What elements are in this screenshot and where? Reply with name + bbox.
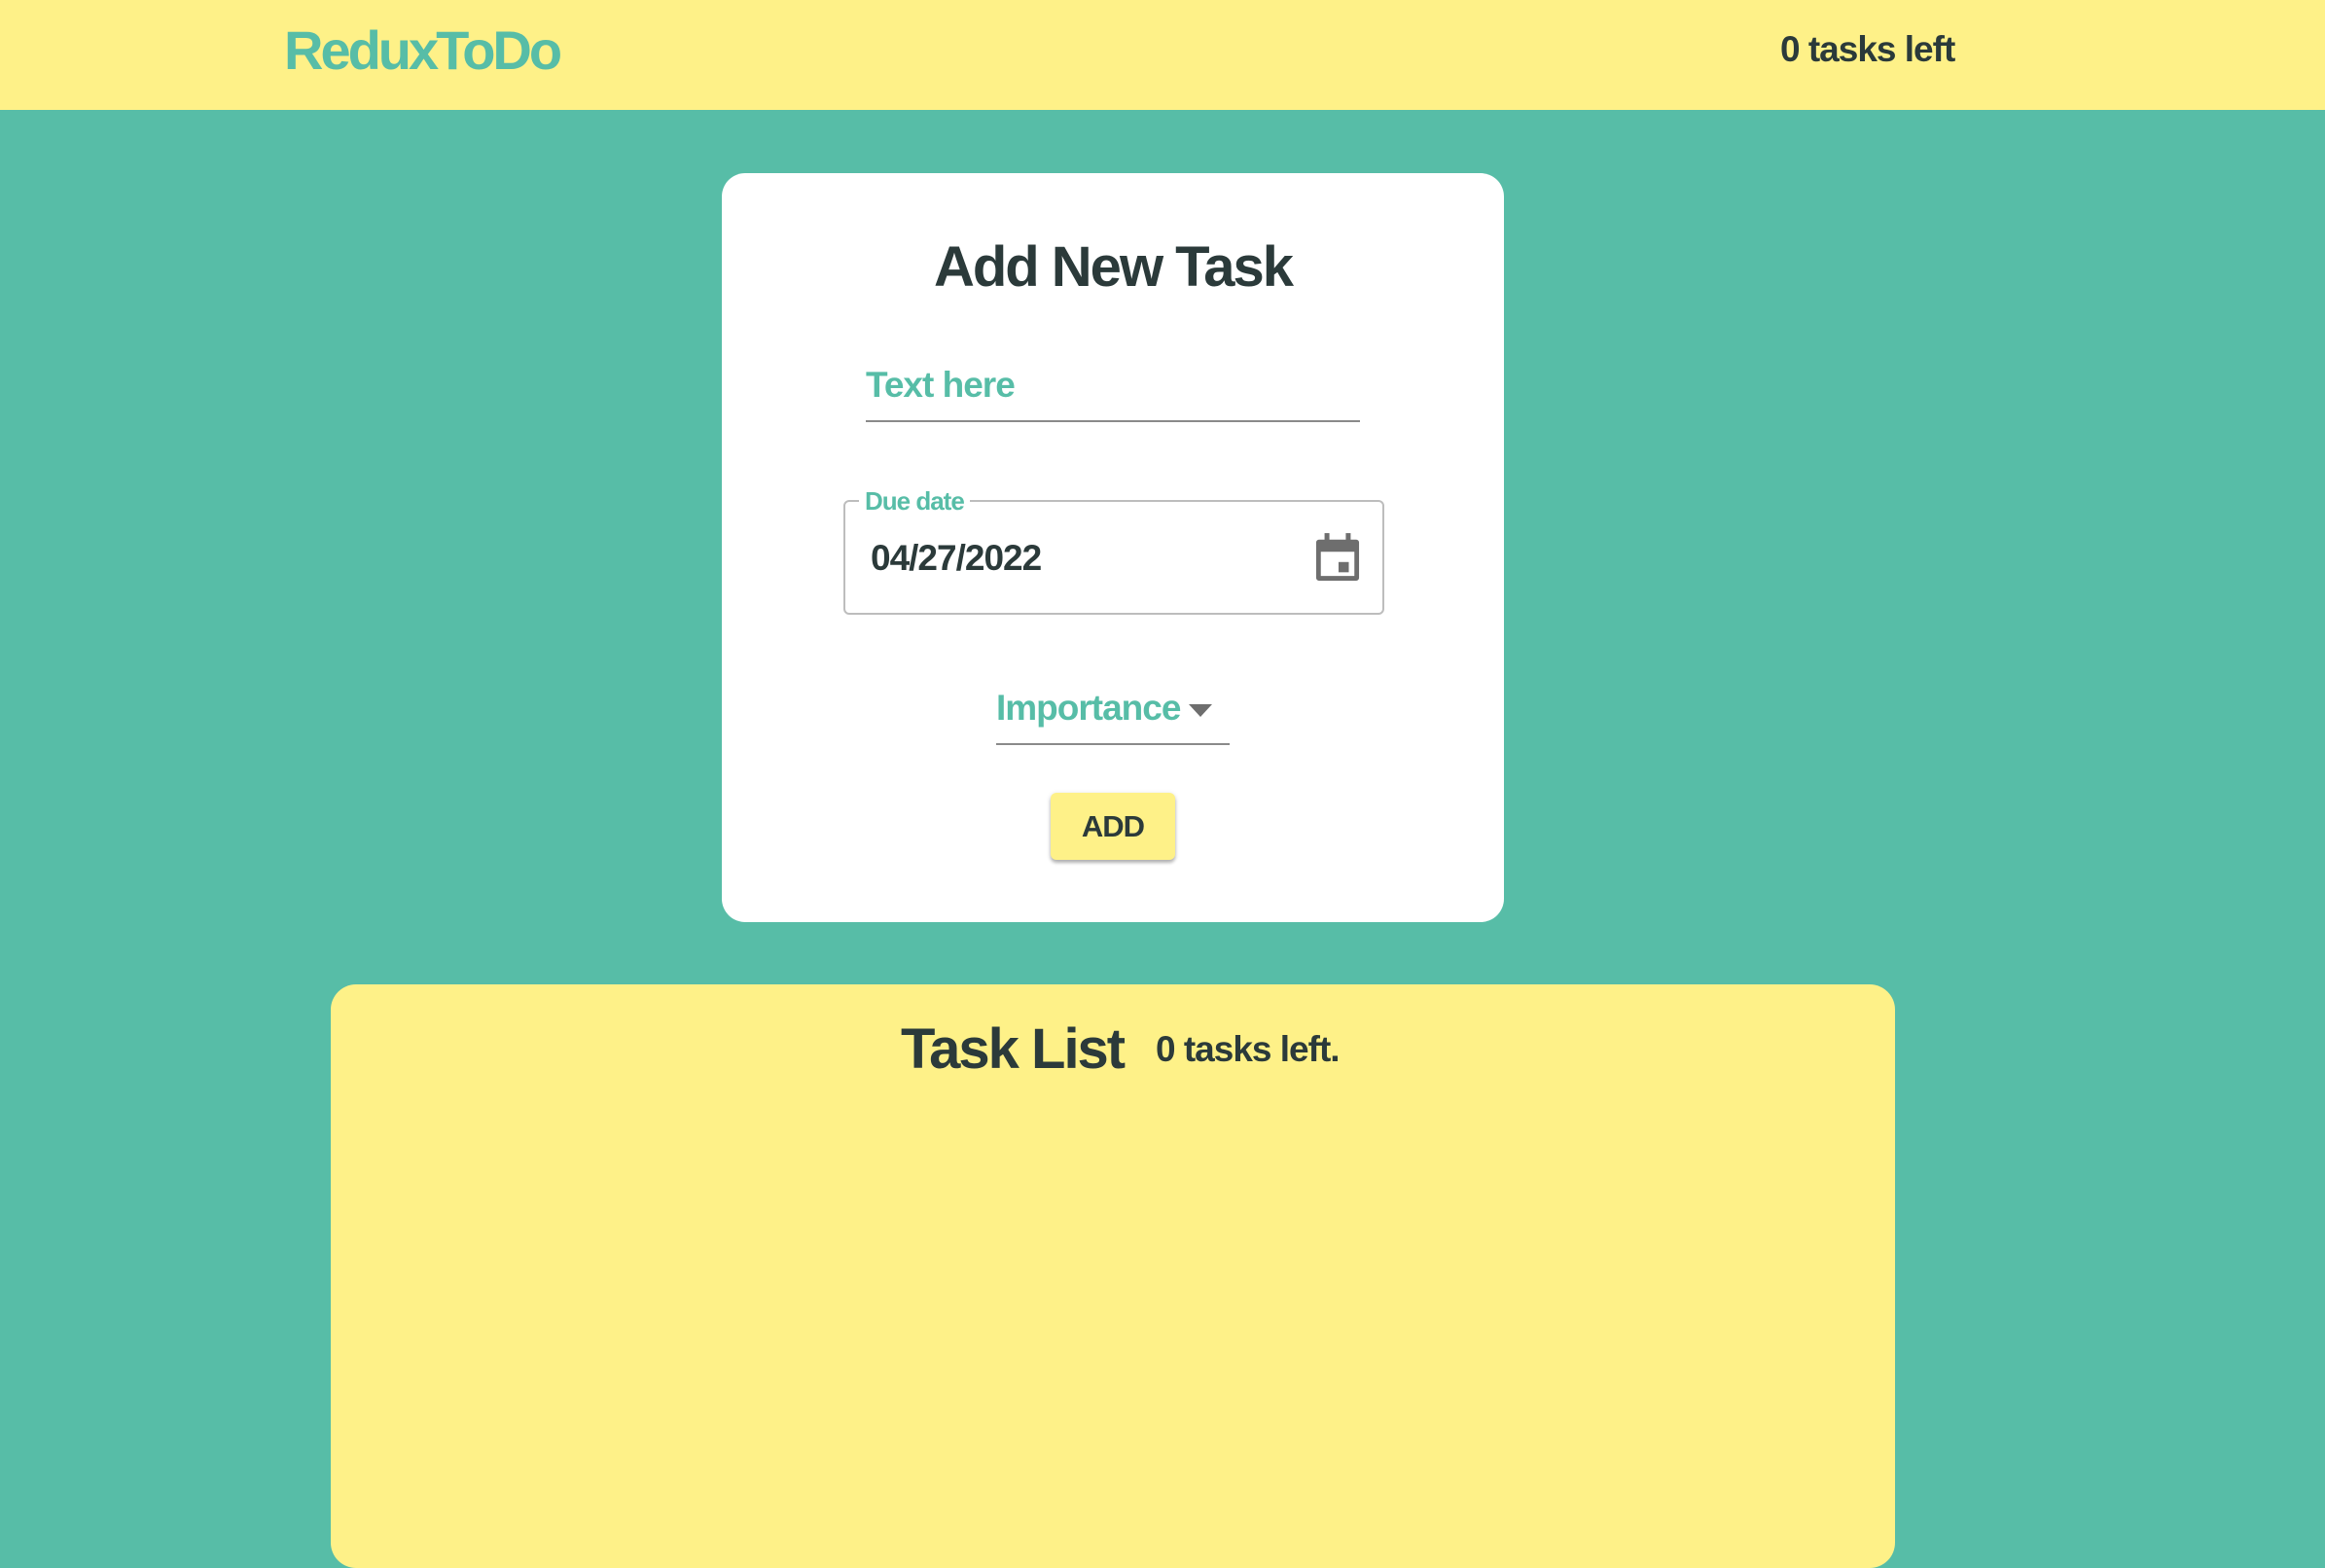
add-button[interactable]: ADD <box>1051 793 1175 860</box>
task-text-input[interactable] <box>866 356 1360 414</box>
due-date-value[interactable]: 04/27/2022 <box>871 537 1042 580</box>
navbar: ReduxToDo 0 tasks left <box>0 0 2325 110</box>
brand-logo[interactable]: ReduxToDo <box>284 19 562 82</box>
tasks-left-counter: 0 tasks left <box>1780 29 1955 69</box>
chevron-down-icon <box>1189 704 1212 717</box>
add-task-title: Add New Task <box>933 235 1294 299</box>
task-list-title: Task List <box>901 1017 1126 1081</box>
importance-label: Importance <box>996 688 1181 728</box>
due-date-field[interactable]: Due date 04/27/2022 <box>843 485 1384 615</box>
task-list-count: 0 tasks left. <box>1156 1029 1341 1069</box>
due-date-label: Due date <box>859 485 970 517</box>
calendar-icon[interactable] <box>1315 533 1360 582</box>
task-text-field[interactable] <box>866 356 1360 422</box>
importance-select[interactable]: Importance <box>996 681 1230 745</box>
